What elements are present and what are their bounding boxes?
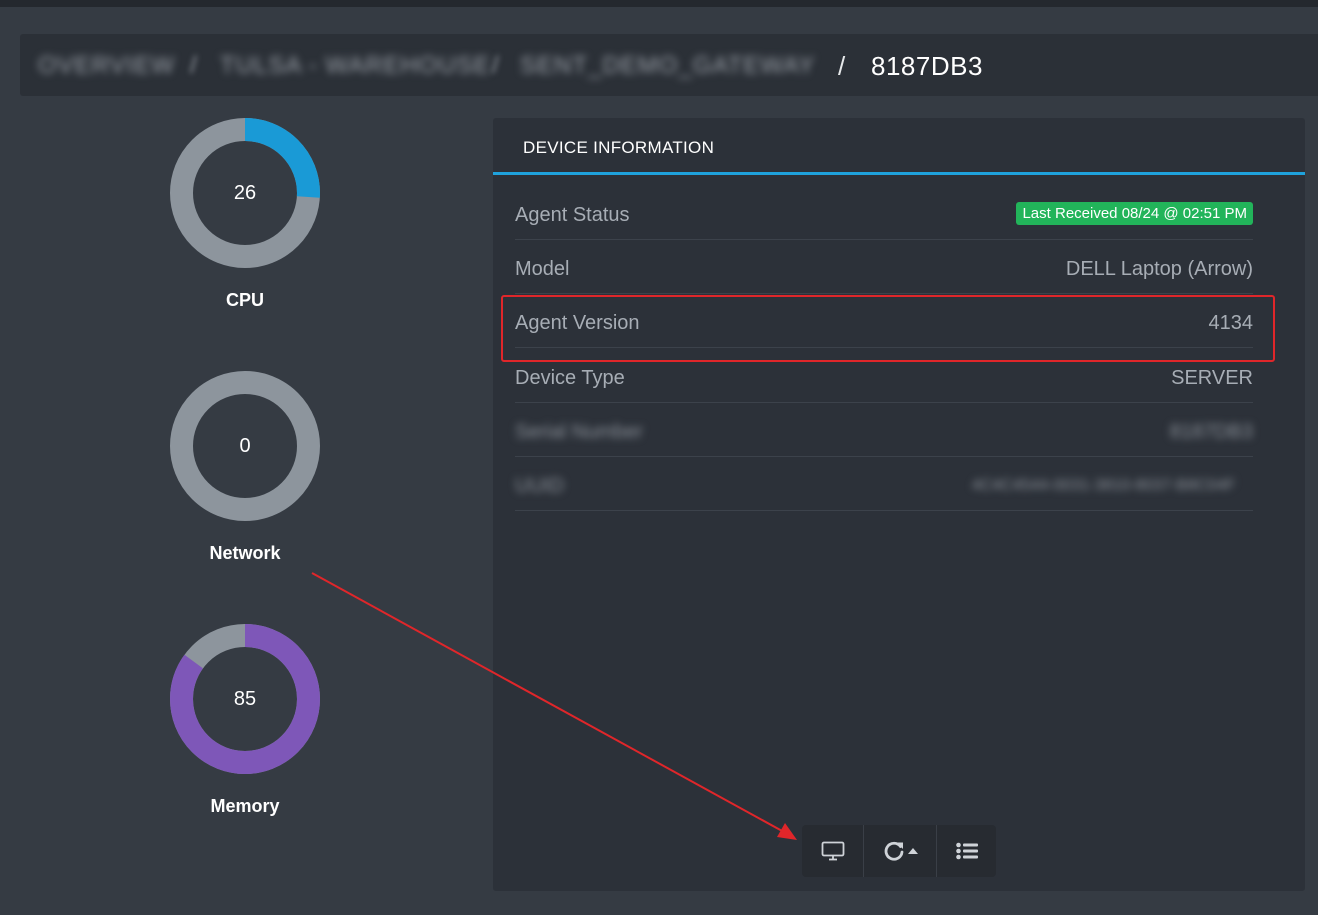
info-row-model: Model DELL Laptop (Arrow) <box>515 240 1253 294</box>
refresh-dropdown-button[interactable] <box>864 825 937 877</box>
cpu-gauge-value: 26 <box>233 182 257 204</box>
list-icon <box>955 842 978 860</box>
memory-gauge-value: 85 <box>233 688 257 710</box>
row-divider <box>515 510 1253 511</box>
info-row-value: 8187DB3 <box>1169 421 1253 443</box>
memory-gauge-label: Memory <box>210 796 280 816</box>
info-row-label: UUID <box>515 475 564 497</box>
breadcrumb-separator: / <box>492 52 499 79</box>
device-action-toolbar <box>802 825 996 877</box>
panel-title: DEVICE INFORMATION <box>523 138 715 157</box>
breadcrumb-separator: / <box>838 51 846 81</box>
info-row-agent-status: Agent Status Last Received 08/24 @ 02:51… <box>515 186 1253 240</box>
info-row-label: Device Type <box>515 367 625 389</box>
agent-version-highlight-box <box>501 295 1275 362</box>
network-gauge-value: 0 <box>239 435 251 457</box>
info-row-label: Agent Status <box>515 204 630 226</box>
cpu-gauge: 26 <box>170 118 320 268</box>
breadcrumb-item-overview[interactable]: OVERVIEW <box>38 52 175 80</box>
breadcrumb-item-site[interactable]: TULSA - WAREHOUSE <box>220 52 491 80</box>
cpu-gauge-label: CPU <box>225 290 264 310</box>
network-gauge: 0 <box>170 371 320 521</box>
status-badge: Last Received 08/24 @ 02:51 PM <box>1016 202 1253 225</box>
info-row-value: SERVER <box>1171 367 1253 389</box>
breadcrumb: OVERVIEW / TULSA - WAREHOUSE / SENT_DEMO… <box>20 34 1318 96</box>
monitor-icon <box>821 841 845 861</box>
refresh-icon <box>883 840 905 862</box>
remote-desktop-button[interactable] <box>802 825 864 877</box>
info-row-serial-number: Serial Number 8187DB3 <box>515 403 1253 457</box>
network-gauge-label: Network <box>209 543 281 563</box>
caret-up-icon <box>907 847 918 855</box>
breadcrumb-separator: / <box>190 52 197 79</box>
details-list-button[interactable] <box>937 825 996 877</box>
memory-gauge: 85 <box>170 624 320 774</box>
info-row-value: 4C4C4544-0031-3810-8037-B8C04F <box>971 477 1235 494</box>
info-row-value: DELL Laptop (Arrow) <box>1065 258 1253 280</box>
panel-header: DEVICE INFORMATION <box>493 118 1305 175</box>
info-row-uuid: UUID 4C4C4544-0031-3810-8037-B8C04F <box>515 457 1253 511</box>
info-row-label: Serial Number <box>515 421 643 443</box>
breadcrumb-item-gateway[interactable]: SENT_DEMO_GATEWAY <box>520 52 815 80</box>
breadcrumb-current-device: 8187DB3 <box>871 51 983 81</box>
info-row-label: Model <box>515 258 570 280</box>
device-information-panel: DEVICE INFORMATION Agent Status Last Rec… <box>493 118 1305 891</box>
top-bar <box>0 0 1318 7</box>
